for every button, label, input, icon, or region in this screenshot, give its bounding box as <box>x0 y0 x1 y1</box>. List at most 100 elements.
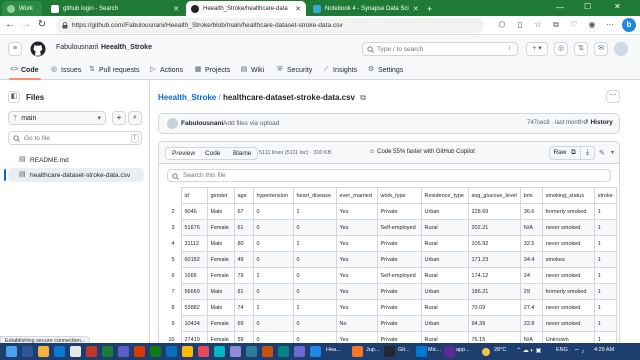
copilot-promo[interactable]: ☺ Code 55% faster with GitHub Copilot <box>369 149 475 155</box>
maximize-icon[interactable]: ☐ <box>584 2 591 11</box>
author-avatar[interactable] <box>167 118 178 129</box>
close-tab-icon[interactable]: ✕ <box>409 5 419 13</box>
taskbar-app-icon[interactable] <box>444 346 455 357</box>
browser-profile-work[interactable]: Work <box>2 1 42 16</box>
command-palette-icon[interactable]: / <box>504 44 515 54</box>
back-icon[interactable]: ← <box>4 19 16 31</box>
weather-temperature[interactable]: 28°C <box>494 347 506 353</box>
taskbar-app-icon[interactable] <box>384 346 395 357</box>
browser-tab-github[interactable]: Heealth_Stroke/healthcare-data ✕ <box>186 1 306 16</box>
taskbar-app-icon[interactable] <box>182 346 193 357</box>
issues-icon[interactable]: ◎ <box>554 42 568 56</box>
taskbar-app-icon[interactable] <box>86 346 97 357</box>
taskbar-window-label[interactable]: app... <box>456 347 470 353</box>
taskbar-app-icon[interactable] <box>150 346 161 357</box>
pull-requests-icon[interactable]: ⇅ <box>574 42 588 56</box>
taskbar-window-label[interactable]: Jup... <box>366 347 379 353</box>
tab-insights[interactable]: ⟋ Insights <box>322 66 358 74</box>
favorites-icon[interactable]: ☆ <box>532 19 544 31</box>
forward-icon[interactable]: → <box>20 19 32 31</box>
taskbar-app-icon[interactable] <box>310 346 321 357</box>
commit-meta[interactable]: 747cec8 · last month <box>527 120 583 126</box>
taskbar-window-label[interactable]: Hea... <box>326 347 341 353</box>
create-new-icon[interactable]: + ▾ <box>526 42 548 56</box>
profile-avatar-icon[interactable]: ◉ <box>586 19 598 31</box>
repo-name-link[interactable]: Heealth_Stroke <box>101 44 152 51</box>
tab-security[interactable]: ⛨ Security <box>276 66 312 74</box>
breadcrumb-repo-link[interactable]: Heealth_Stroke <box>158 93 216 102</box>
github-search-input[interactable]: Type / to search / <box>362 42 518 56</box>
taskbar-app-icon[interactable] <box>416 346 427 357</box>
new-tab-button[interactable]: + <box>422 1 436 16</box>
taskbar-app-icon[interactable] <box>22 346 33 357</box>
tray-icons[interactable]: ⌃ ☁ ◐ ▣ <box>516 347 541 354</box>
taskbar-app-icon[interactable] <box>118 346 129 357</box>
tab-actions[interactable]: ▷ Actions <box>149 66 183 74</box>
taskbar-app-icon[interactable] <box>278 346 289 357</box>
taskbar-app-icon[interactable] <box>38 346 49 357</box>
edit-icon[interactable]: ✎ <box>599 149 605 157</box>
tab-pull-requests[interactable]: ⇅ Pull requests <box>88 66 139 74</box>
taskbar-app-icon[interactable] <box>198 346 209 357</box>
taskbar-app-icon[interactable] <box>246 346 257 357</box>
add-file-button[interactable]: + <box>112 111 126 125</box>
preview-tab[interactable]: Preview <box>165 147 203 160</box>
taskbar-app-icon[interactable] <box>54 346 65 357</box>
history-button[interactable]: ↺ History <box>583 118 613 127</box>
minimize-icon[interactable]: — <box>556 3 564 12</box>
tab-settings[interactable]: ⚙ Settings <box>367 66 403 74</box>
browser-essentials-icon[interactable]: ♡ <box>568 19 580 31</box>
chevron-down-icon[interactable]: ▾ <box>611 149 614 156</box>
download-icon[interactable]: ⤓ <box>581 146 595 160</box>
commit-author[interactable]: Fabulousnani <box>181 120 223 127</box>
close-window-icon[interactable]: ✕ <box>614 2 621 11</box>
inbox-icon[interactable]: ✉ <box>594 42 608 56</box>
github-logo-icon[interactable] <box>30 41 46 57</box>
network-volume-icons[interactable]: ⌔ ♪ <box>574 347 584 355</box>
code-view-tab[interactable]: Code <box>199 147 228 160</box>
copilot-sidebar-icon[interactable]: b <box>622 18 636 32</box>
collections-icon[interactable]: ⧉ <box>550 19 562 31</box>
taskbar-app-icon[interactable] <box>262 346 273 357</box>
clock[interactable]: 4:29 AM <box>594 347 614 353</box>
avatar[interactable] <box>614 42 628 56</box>
file-tree-item[interactable]: ▤ README.md <box>8 153 144 167</box>
address-bar[interactable]: https://github.com/Fabulousnani/Heealth_… <box>56 18 484 33</box>
collapse-panel-icon[interactable]: ◧ <box>8 91 20 103</box>
browser-tab-synapse[interactable]: Notebook 4 - Synapse Data Sci ✕ <box>308 1 420 16</box>
taskbar-app-icon[interactable] <box>166 346 177 357</box>
taskbar-window-label[interactable]: Git... <box>398 347 410 353</box>
go-to-file-input[interactable]: Go to file t <box>8 131 142 145</box>
search-file-input[interactable]: Search this file <box>167 169 611 182</box>
branch-selector[interactable]: ᛘ main ▾ <box>8 111 106 125</box>
more-actions-icon[interactable]: ⋯ <box>606 90 620 103</box>
taskbar-app-icon[interactable] <box>214 346 225 357</box>
blame-tab[interactable]: Blame <box>227 147 259 160</box>
taskbar-app-icon[interactable] <box>134 346 145 357</box>
taskbar-app-icon[interactable] <box>294 346 305 357</box>
close-tab-icon[interactable]: ✕ <box>169 5 179 13</box>
close-tab-icon[interactable]: ✕ <box>291 5 301 13</box>
language-indicator[interactable]: ENG <box>556 347 568 353</box>
taskbar-app-icon[interactable] <box>352 346 363 357</box>
tab-projects[interactable]: ▦ Projects <box>194 66 231 74</box>
menu-icon[interactable]: ≡ <box>8 42 22 56</box>
copy-raw-icon[interactable]: ⧉ <box>567 146 581 160</box>
browser-tab-search[interactable]: github login - Search ✕ <box>46 1 184 16</box>
extensions-icon[interactable]: ⬡ <box>496 19 508 31</box>
file-tree-item-selected[interactable]: ▤ healthcare-dataset-stroke-data.csv <box>4 168 144 182</box>
more-options-icon[interactable]: ⋯ <box>604 19 616 31</box>
tab-wiki[interactable]: ▤ Wiki <box>240 66 265 74</box>
tab-issues[interactable]: ◎ Issues <box>50 66 81 74</box>
search-files-button[interactable]: ⌕ <box>128 111 142 125</box>
commit-message[interactable]: Add files via upload <box>223 120 279 127</box>
repo-owner-link[interactable]: Fabulousnani <box>56 44 98 51</box>
copy-path-icon[interactable]: ⧉ <box>360 93 366 102</box>
taskbar-window-label[interactable]: Mic... <box>428 347 441 353</box>
taskbar-app-icon[interactable] <box>230 346 241 357</box>
tab-code[interactable]: <> Code <box>10 66 39 74</box>
start-icon[interactable] <box>6 346 17 357</box>
taskbar-app-icon[interactable] <box>102 346 113 357</box>
reload-icon[interactable]: ↻ <box>36 19 48 31</box>
split-screen-icon[interactable]: ▯ <box>514 19 526 31</box>
